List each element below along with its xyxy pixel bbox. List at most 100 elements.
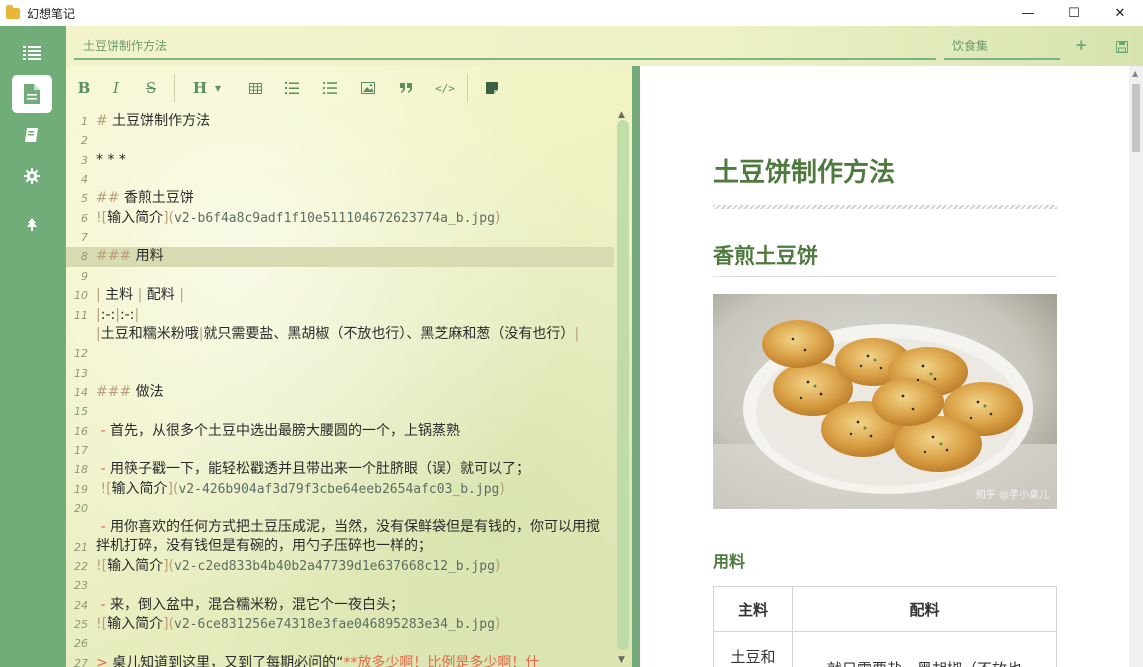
app-window: 幻想笔记 — ☐ ✕ + B I S — [0, 0, 1143, 667]
maximize-button[interactable]: ☐ — [1051, 0, 1097, 26]
window-controls: — ☐ ✕ — [1005, 0, 1143, 26]
editor-scrollbar[interactable]: ▲ ▼ — [614, 110, 632, 667]
list-icon — [23, 46, 41, 60]
editor-line[interactable]: 11 |:-:|:-:| — [66, 306, 614, 325]
editor-line[interactable]: 3 * * * — [66, 151, 614, 170]
editor-line[interactable]: 22 ![输入简介](v2-c2ed833b4b40b2a47739d1e6376… — [66, 557, 614, 576]
editor-line[interactable]: 18 - 用筷子戳一下，能轻松戳透并且带出来一个肚脐眼（误）就可以了； — [66, 460, 614, 479]
line-text: # 土豆饼制作方法 — [96, 113, 211, 129]
editor-line[interactable]: 1 # 土豆饼制作方法 — [66, 112, 614, 131]
editor-line[interactable]: 4 — [66, 170, 614, 189]
preview-scrollbar[interactable]: ▲ — [1129, 66, 1143, 667]
preview-title-rule — [713, 205, 1057, 209]
image-watermark: 知乎 @芋小桌儿 — [975, 490, 1049, 501]
line-number: 7 — [81, 231, 88, 245]
italic-button[interactable]: I — [108, 78, 124, 98]
table-icon[interactable] — [246, 78, 264, 98]
pane-divider[interactable] — [632, 66, 640, 667]
line-text: ### 用料 — [96, 248, 164, 265]
editor-line[interactable]: 26 — [66, 634, 614, 653]
unordered-list-icon[interactable] — [321, 78, 339, 98]
editor-line[interactable]: 5 ## 香煎土豆饼 — [66, 189, 614, 208]
preview-scroll-thumb[interactable] — [1132, 84, 1140, 152]
editor-line[interactable]: 21 - 用你喜欢的任何方式把土豆压成泥，当然，没有保鲜袋但是有钱的，你可以用搅… — [66, 518, 614, 557]
note-icon[interactable] — [483, 78, 501, 98]
plus-icon[interactable]: + — [1075, 37, 1088, 53]
notebook-input[interactable] — [944, 32, 1060, 60]
editor-line[interactable]: 9 — [66, 267, 614, 286]
editor-line[interactable]: 27 > 桌儿知道到这里，又到了每期必问的“**放多少啊！比例是多少啊！什 — [66, 654, 614, 667]
editor-line[interactable]: 24 - 来，倒入盆中，混合糯米粉，混它个一夜白头； — [66, 596, 614, 615]
strikethrough-button[interactable]: S — [143, 78, 159, 98]
editor-line[interactable]: 6 ![输入简介](v2-b6f4a8c9adf1f10e511104672623… — [66, 209, 614, 228]
line-number: 5 — [81, 192, 88, 206]
scroll-down-icon[interactable]: ▼ — [618, 655, 625, 665]
editor-line[interactable]: 14 ### 做法 — [66, 383, 614, 402]
editor-line[interactable]: 12 |土豆和糯米粉哦|就只需要盐、黑胡椒（不放也行）、黑芝麻和葱（没有也行）| — [66, 325, 614, 364]
line-text: > 桌儿知道到这里，又到了每期必问的“**放多少啊！比例是多少啊！什 — [96, 654, 540, 667]
editor-line[interactable]: 16 - 首先，从很多个土豆中选出最膀大腰圆的一个，上锅蒸熟 — [66, 422, 614, 441]
note-title-input[interactable] — [74, 32, 936, 60]
line-text: ![输入简介](v2-c2ed833b4b40b2a47739d1e637668… — [96, 558, 501, 575]
line-text: - 用你喜欢的任何方式把土豆压成泥，当然，没有保鲜袋但是有钱的，你可以用搅拌机打… — [96, 519, 600, 555]
editor-scroll-thumb[interactable] — [617, 120, 629, 650]
folder-icon — [6, 4, 20, 19]
sidebar-tree-button[interactable] — [12, 206, 52, 244]
line-number: 16 — [74, 424, 88, 438]
editor-line[interactable]: 10 | 主料 | 配料 | — [66, 286, 614, 305]
minimize-button[interactable]: — — [1005, 0, 1051, 26]
markdown-editor[interactable]: 1 # 土豆饼制作方法 2 3 * * * 4 5 ## 香煎土豆饼 6 ![输入简介](v2-b… — [66, 110, 614, 667]
window-title: 幻想笔记 — [27, 6, 76, 21]
editor-line[interactable]: 19 ![输入简介](v2-426b904af3d79f3cbe64eeb265… — [66, 480, 614, 499]
image-icon[interactable] — [359, 78, 377, 98]
tree-icon — [27, 218, 37, 231]
sidebar-notes-list-button[interactable] — [12, 34, 52, 72]
quote-icon[interactable] — [397, 78, 415, 98]
line-number: 8 — [81, 250, 88, 264]
close-button[interactable]: ✕ — [1097, 0, 1143, 26]
editor-line[interactable]: 7 — [66, 228, 614, 247]
line-number: 14 — [74, 385, 88, 399]
chevron-down-icon[interactable]: ▾ — [212, 78, 224, 98]
editor-line[interactable]: 8 ### 用料 — [66, 247, 614, 267]
sidebar-document-button[interactable] — [12, 75, 52, 113]
line-number: 27 — [74, 656, 88, 667]
scroll-up-icon[interactable]: ▲ — [618, 110, 625, 120]
preview-ingredients-heading: 用料 — [713, 552, 746, 571]
table-header-main: 主料 — [713, 586, 793, 632]
bold-button[interactable]: B — [76, 78, 92, 98]
editor-line[interactable]: 20 — [66, 499, 614, 518]
editor-line[interactable]: 15 — [66, 402, 614, 421]
line-text: ![输入简介](v2-6ce831256e74318e3fae046895283… — [96, 616, 501, 633]
editor-line[interactable]: 25 ![输入简介](v2-6ce831256e74318e3fae0468952… — [66, 615, 614, 634]
scroll-up-icon[interactable]: ▲ — [1132, 69, 1138, 78]
code-icon[interactable]: </> — [435, 78, 455, 98]
line-number: 20 — [74, 502, 88, 515]
toolbar-separator — [174, 74, 175, 102]
ordered-list-icon[interactable] — [283, 78, 301, 98]
line-text: - 来，倒入盆中，混合糯米粉，混它个一夜白头； — [100, 596, 404, 613]
heading-button[interactable]: H — [191, 78, 209, 98]
sidebar-settings-button[interactable] — [12, 157, 52, 195]
line-number: 22 — [74, 560, 88, 574]
line-number: 6 — [81, 211, 88, 225]
toolbar-separator — [467, 74, 468, 102]
line-number: 1 — [81, 115, 88, 128]
potato-pancake-image: 知乎 @芋小桌儿 — [713, 294, 1057, 509]
line-number: 4 — [81, 173, 88, 187]
sidebar-notebooks-button[interactable] — [12, 116, 52, 154]
table-cell-side: 就只需要盐、黑胡椒（不放也 — [792, 631, 1057, 667]
editor-toolbar: B I S H ▾ </> — [66, 66, 640, 110]
line-number: 15 — [74, 405, 88, 419]
line-text: ![输入简介](v2-b6f4a8c9adf1f10e5111046726237… — [96, 209, 501, 226]
line-number: 23 — [74, 579, 88, 593]
editor-line[interactable]: 17 — [66, 441, 614, 460]
editor-line[interactable]: 13 — [66, 364, 614, 383]
editor-line[interactable]: 23 — [66, 576, 614, 595]
save-icon[interactable] — [1116, 40, 1128, 56]
line-number: 10 — [74, 289, 88, 303]
editor-line[interactable]: 2 — [66, 131, 614, 150]
line-number: 24 — [74, 598, 88, 612]
ingredients-table: 主料 配料 土豆和 就只需要盐、黑胡椒（不放也 — [713, 586, 1057, 667]
preview-pane: 土豆饼制作方法 香煎土豆饼 知乎 @芋小桌儿 用料 主料 配料 土豆和 — [640, 66, 1129, 667]
